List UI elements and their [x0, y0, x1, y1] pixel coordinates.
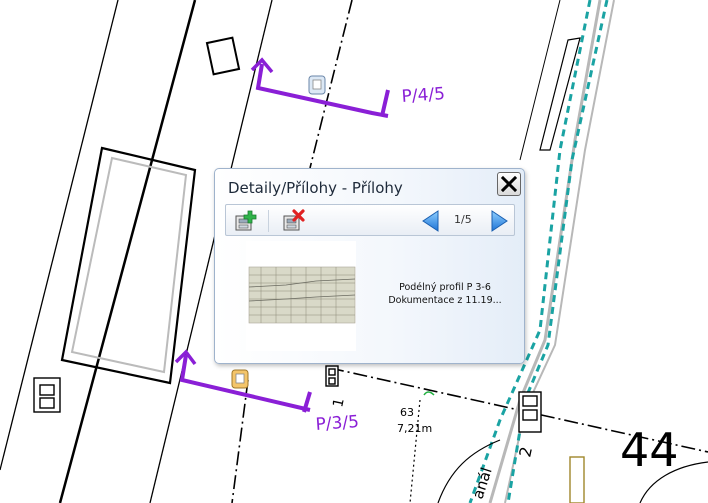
digit-one: 1	[330, 397, 348, 409]
attachment-pin-top[interactable]	[308, 75, 326, 95]
measure-length: 7,21m	[397, 422, 432, 435]
close-x-icon	[501, 176, 517, 192]
building-outlines	[60, 36, 241, 385]
toolbar-separator	[268, 210, 269, 232]
document-preview-image	[246, 241, 356, 351]
prev-arrow-icon	[422, 210, 439, 232]
parcel-number: 44	[620, 423, 679, 477]
next-attachment-button[interactable]	[486, 208, 512, 234]
digit-two: 2	[515, 445, 536, 459]
section-label-p35: P/3/5	[315, 412, 360, 435]
add-attachment-icon	[235, 210, 257, 231]
delete-attachment-icon	[283, 209, 305, 231]
section-label-p45: P/4/5	[401, 84, 446, 107]
pager-counter: 1/5	[454, 213, 472, 226]
delete-attachment-button[interactable]	[280, 208, 306, 234]
popup-title: Detaily/Přílohy - Přílohy	[228, 179, 403, 197]
caption-line-title: Podélný profil P 3-6	[399, 282, 491, 293]
prev-attachment-button[interactable]	[418, 208, 444, 234]
next-arrow-icon	[491, 210, 508, 232]
caption-line-description: Dokumentace z 11.19...	[388, 295, 502, 306]
measure-number: 63	[400, 406, 414, 419]
close-button[interactable]	[497, 172, 521, 196]
attachment-caption: Podélný profil P 3-6 Dokumentace z 11.19…	[375, 281, 515, 307]
attachment-thumbnail[interactable]	[246, 241, 356, 351]
add-attachment-button[interactable]	[232, 208, 258, 234]
attachment-pin-bottom[interactable]	[231, 369, 249, 389]
utility-symbols	[33, 365, 585, 503]
attachments-toolbar: 1/5	[225, 204, 515, 236]
attachments-popup: Detaily/Přílohy - Přílohy 1/5 Podélný pr…	[214, 168, 525, 364]
